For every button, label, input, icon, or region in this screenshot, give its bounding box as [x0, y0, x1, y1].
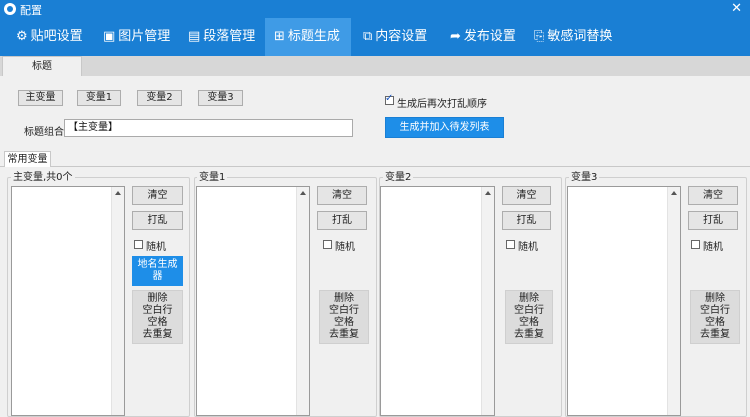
variable2-cleanup-button[interactable]: 删除 空白行 空格 去重复	[505, 290, 553, 344]
variable2-random-checkbox[interactable]	[506, 240, 515, 249]
nav-item-paragraph-manage[interactable]: ▤ 段落管理	[180, 18, 264, 56]
top-nav: ⚙ 贴吧设置 ▣ 图片管理 ▤ 段落管理 ⊞ 标题生成 ⧉ 内容设置 ➦ 发布设置 ⎘ 敏感词…	[0, 18, 750, 56]
cleanup-line: 删除	[705, 293, 725, 304]
variable3-group-title: 变量3	[569, 172, 600, 183]
generate-and-queue-button[interactable]: 生成并加入待发列表	[385, 117, 504, 138]
tab-common-variables[interactable]: 常用变量	[4, 151, 51, 167]
scrollbar[interactable]	[481, 187, 494, 415]
cleanup-line: 删除	[147, 293, 168, 304]
variable3-random-checkbox[interactable]	[691, 240, 700, 249]
main-variable-list[interactable]	[11, 186, 125, 416]
cleanup-line: 去重复	[700, 329, 730, 340]
variable1-list[interactable]	[196, 186, 310, 416]
scrollbar[interactable]	[296, 187, 309, 415]
geo-btn-line: 器	[152, 271, 163, 282]
main-variable-group-title: 主变量,共0个	[11, 172, 75, 183]
nav-item-publish-settings[interactable]: ➦ 发布设置	[442, 18, 526, 56]
nav-item-sensitive-replace[interactable]: ⎘ 敏感词替换	[526, 18, 626, 56]
cleanup-line: 空格	[334, 317, 354, 328]
nav-item-image-manage[interactable]: ▣ 图片管理	[95, 18, 179, 56]
main-clear-button[interactable]: 清空	[132, 186, 183, 205]
share-icon: ➦	[450, 29, 461, 44]
main-random-checkbox[interactable]	[134, 240, 143, 249]
insert-variable1-button[interactable]: 变量1	[77, 90, 121, 106]
nav-item-tieba-settings[interactable]: ⚙ 贴吧设置	[6, 18, 88, 56]
variable2-random-label: 随机	[518, 242, 538, 253]
variable1-random-checkbox[interactable]	[323, 240, 332, 249]
tab-title[interactable]: 标题	[2, 56, 82, 76]
nav-item-title-generate[interactable]: ⊞ 标题生成	[265, 18, 351, 56]
cleanup-line: 空格	[519, 317, 539, 328]
variable2-group-title: 变量2	[383, 172, 414, 183]
app-logo-icon	[4, 3, 16, 15]
main-shuffle-button[interactable]: 打乱	[132, 211, 183, 230]
main-cleanup-button[interactable]: 删除 空白行 空格 去重复	[132, 290, 183, 344]
window-title: 配置	[20, 4, 42, 17]
paragraph-icon: ▤	[188, 29, 201, 44]
variable3-list[interactable]	[567, 186, 681, 416]
title-combo-label: 标题组合	[24, 127, 64, 138]
cleanup-line: 去重复	[329, 329, 359, 340]
shuffle-after-generate-checkbox[interactable]	[385, 93, 394, 105]
cleanup-line: 删除	[519, 293, 539, 304]
insert-variable3-button[interactable]: 变量3	[198, 90, 243, 106]
variable3-shuffle-button[interactable]: 打乱	[688, 211, 738, 230]
scrollbar[interactable]	[111, 187, 124, 415]
scroll-up-icon[interactable]	[115, 191, 121, 195]
variable2-shuffle-button[interactable]: 打乱	[502, 211, 551, 230]
shuffle-after-generate-label: 生成后再次打乱顺序	[397, 99, 487, 110]
close-icon[interactable]: ✕	[731, 0, 742, 18]
nav-label: 段落管理	[203, 29, 256, 44]
image-icon: ▣	[103, 29, 116, 44]
variable2-clear-button[interactable]: 清空	[502, 186, 551, 205]
variable3-clear-button[interactable]: 清空	[688, 186, 738, 205]
variable1-cleanup-button[interactable]: 删除 空白行 空格 去重复	[319, 290, 369, 344]
insert-variable2-button[interactable]: 变量2	[137, 90, 182, 106]
variable1-random-label: 随机	[335, 242, 355, 253]
nav-item-content-settings[interactable]: ⧉ 内容设置	[355, 18, 439, 56]
variable1-shuffle-button[interactable]: 打乱	[317, 211, 367, 230]
variable2-list[interactable]	[380, 186, 495, 416]
nav-label: 标题生成	[287, 29, 340, 44]
variable1-clear-button[interactable]: 清空	[317, 186, 367, 205]
content-icon: ⧉	[363, 29, 373, 44]
gear-icon: ⚙	[16, 29, 28, 44]
scroll-up-icon[interactable]	[485, 191, 491, 195]
sensitive-word-icon: ⎘	[534, 29, 545, 44]
window-titlebar: 配置 ✕	[0, 0, 750, 18]
title-gen-icon: ⊞	[274, 29, 285, 44]
cleanup-line: 空白行	[329, 305, 359, 316]
tab-strip: 标题	[0, 56, 750, 76]
nav-label: 贴吧设置	[30, 29, 83, 44]
cleanup-line: 空白行	[142, 305, 173, 316]
title-combo-input[interactable]: 【主变量】	[64, 119, 353, 137]
cleanup-line: 空格	[147, 317, 168, 328]
cleanup-line: 空白行	[514, 305, 544, 316]
cleanup-line: 去重复	[514, 329, 544, 340]
scrollbar[interactable]	[667, 187, 680, 415]
scroll-up-icon[interactable]	[671, 191, 677, 195]
insert-main-variable-button[interactable]: 主变量	[18, 90, 63, 106]
variable3-random-label: 随机	[703, 242, 723, 253]
cleanup-line: 空格	[705, 317, 725, 328]
place-name-generator-button[interactable]: 地名生成 器	[132, 256, 183, 286]
cleanup-line: 去重复	[142, 329, 173, 340]
cleanup-line: 空白行	[700, 305, 730, 316]
cleanup-line: 删除	[334, 293, 354, 304]
nav-label: 敏感词替换	[547, 29, 613, 44]
main-random-label: 随机	[146, 242, 166, 253]
nav-label: 内容设置	[375, 29, 428, 44]
variable1-group-title: 变量1	[197, 172, 228, 183]
nav-label: 图片管理	[118, 29, 171, 44]
nav-label: 发布设置	[463, 29, 516, 44]
scroll-up-icon[interactable]	[300, 191, 306, 195]
variable3-cleanup-button[interactable]: 删除 空白行 空格 去重复	[690, 290, 740, 344]
geo-btn-line: 地名生成	[137, 259, 178, 270]
